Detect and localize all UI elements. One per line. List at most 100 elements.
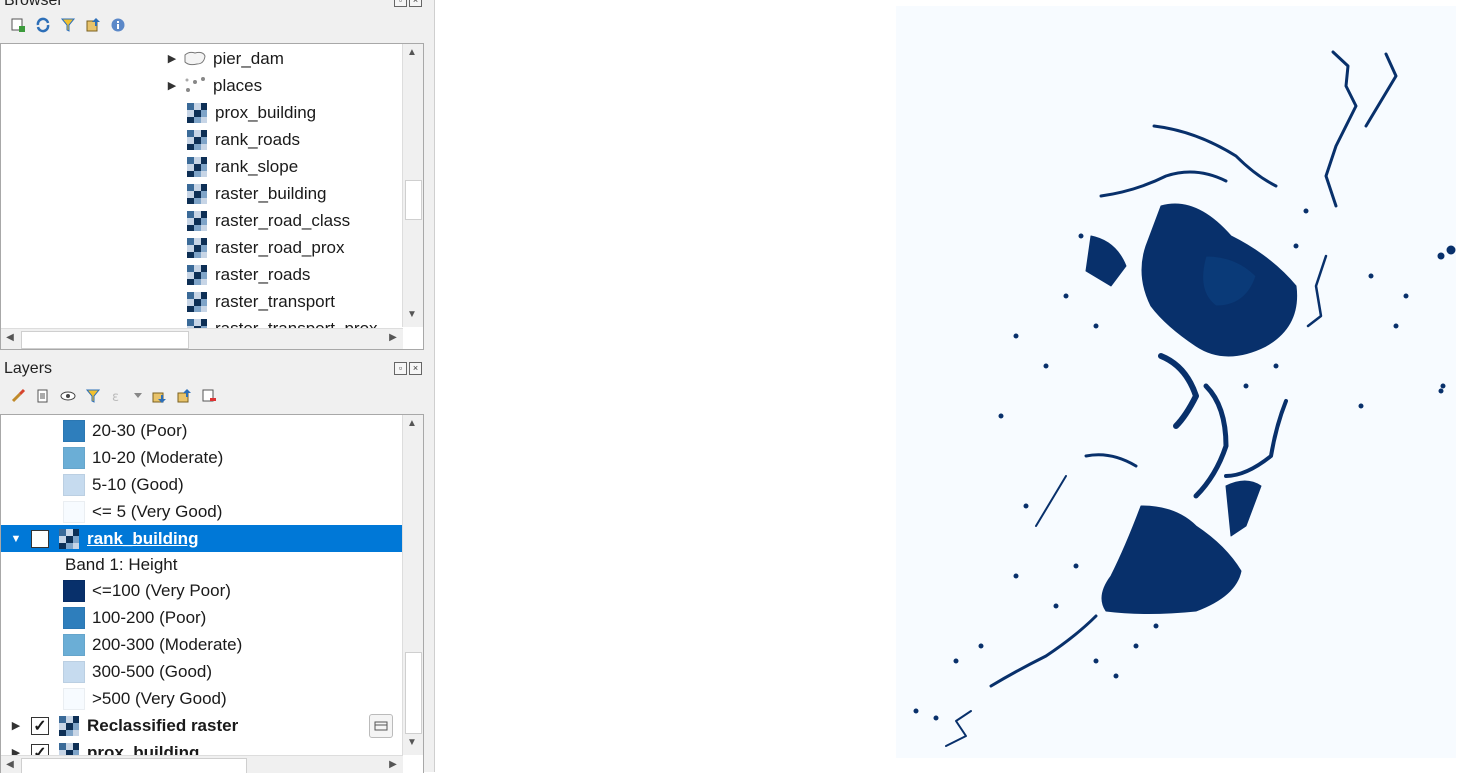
close-icon[interactable]: × [409,0,422,7]
legend-label: 10-20 (Moderate) [92,447,224,467]
style-brush-icon[interactable] [8,386,27,405]
collapse-all-icon[interactable] [83,15,102,34]
legend-item: 5-10 (Good) [63,471,184,498]
float-icon[interactable]: ▫ [394,362,407,375]
browser-item-label: prox_building [215,102,317,122]
layer-name: Reclassified raster [87,715,239,735]
browser-vertical-scrollbar[interactable]: ▲ ▼ [402,44,423,327]
layers-panel-title: Layers [4,360,53,377]
browser-item[interactable]: ▶ pier_dam [165,45,284,72]
raster-layer-icon [187,264,207,285]
scroll-down-icon[interactable]: ▼ [403,737,421,748]
legend-label: 20-30 (Poor) [92,420,188,440]
browser-horizontal-scrollbar[interactable]: ◀ ▶ [1,328,403,349]
scroll-thumb[interactable] [21,758,247,773]
filter-legend-icon[interactable] [83,386,102,405]
legend-label: 200-300 (Moderate) [92,634,243,654]
browser-item[interactable]: raster_road_class [187,207,350,234]
expand-arrow-icon[interactable]: ▶ [1,719,31,732]
browser-item-label: places [213,75,263,95]
remove-layer-icon[interactable] [199,386,218,405]
close-icon[interactable]: × [409,362,422,375]
svg-text:ε: ε [112,390,119,404]
layers-dock-buttons: ▫ × [394,362,422,375]
legend-label: 100-200 (Poor) [92,607,207,627]
expand-arrow-icon[interactable]: ▶ [165,79,179,92]
legend-swatch [63,687,85,710]
browser-item-label: pier_dam [213,48,284,68]
expression-filter-icon: ε [108,386,127,405]
browser-dock-buttons: ▫ × [394,0,422,7]
raster-layer-icon [187,237,207,258]
legend-item: 100-200 (Poor) [63,604,206,631]
legend-label: <= 5 (Very Good) [92,501,223,521]
legend-label: 300-500 (Good) [92,661,213,681]
legend-item: 20-30 (Poor) [63,417,187,444]
map-canvas[interactable] [896,6,1456,758]
browser-item-label: raster_road_prox [215,237,345,257]
browser-item[interactable]: prox_building [187,99,316,126]
scroll-up-icon[interactable]: ▲ [403,418,421,429]
browser-item-label: raster_transport [215,291,335,311]
raster-layer-icon [187,291,207,312]
legend-item: <= 5 (Very Good) [63,498,222,525]
layer-visibility-checkbox[interactable]: ✓ [31,716,49,735]
browser-item-label: rank_roads [215,129,301,149]
legend-item: >500 (Very Good) [63,685,227,712]
browser-item[interactable]: raster_building [187,180,327,207]
legend-swatch [63,473,85,496]
scroll-thumb[interactable] [405,180,422,220]
legend-swatch [63,500,85,523]
add-layer-icon[interactable] [8,15,27,34]
refresh-icon[interactable] [33,15,52,34]
legend-label: 5-10 (Good) [92,474,184,494]
raster-layer-icon [59,715,79,736]
collapse-all-icon[interactable] [174,386,193,405]
browser-item[interactable]: rank_roads [187,126,300,153]
layers-horizontal-scrollbar[interactable]: ◀ ▶ [1,755,403,773]
raster-layer-icon [187,210,207,231]
legend-label: >500 (Very Good) [92,688,227,708]
browser-item[interactable]: raster_roads [187,261,310,288]
browser-item[interactable]: ▶ places [165,72,262,99]
layer-name: rank_building [87,528,199,548]
layer-visibility-checkbox[interactable]: ✓ [31,529,49,548]
browser-item[interactable]: rank_slope [187,153,298,180]
dropdown-arrow-icon[interactable] [133,386,143,405]
map-features [913,50,1456,747]
info-icon[interactable] [108,15,127,34]
visibility-eye-icon[interactable] [58,386,77,405]
filter-icon[interactable] [58,15,77,34]
scroll-thumb[interactable] [21,331,189,349]
left-dock: Browser ▫ × ▶ pier_dam ▶ places prox_bui… [0,0,435,773]
float-icon[interactable]: ▫ [394,0,407,7]
layers-vertical-scrollbar[interactable]: ▲ ▼ [402,415,423,755]
legend-swatch [63,633,85,656]
legend-item: <=100 (Very Poor) [63,577,231,604]
raster-layer-icon [187,129,207,150]
raster-layer-icon [187,102,207,123]
legend-item: 200-300 (Moderate) [63,631,242,658]
browser-item[interactable]: raster_transport [187,288,335,315]
legend-item: 300-500 (Good) [63,658,212,685]
scroll-left-icon[interactable]: ◀ [1,332,19,343]
scroll-right-icon[interactable]: ▶ [384,759,402,770]
legend-swatch [63,419,85,442]
add-group-icon[interactable] [33,386,52,405]
browser-item-label: raster_road_class [215,210,351,230]
raster-layer-icon [187,183,207,204]
browser-item[interactable]: raster_road_prox [187,234,344,261]
expand-arrow-icon[interactable]: ▶ [165,52,179,65]
expand-all-icon[interactable] [149,386,168,405]
scroll-right-icon[interactable]: ▶ [384,332,402,343]
scroll-thumb[interactable] [405,652,422,734]
collapse-arrow-icon[interactable]: ▼ [1,533,31,545]
layer-row-rank-building[interactable]: ▼ ✓ rank_building [1,525,402,552]
temporary-layer-icon[interactable] [369,714,393,738]
scroll-down-icon[interactable]: ▼ [403,309,421,320]
browser-item-label: raster_building [215,183,327,203]
point-layer-icon [185,76,205,92]
scroll-left-icon[interactable]: ◀ [1,759,19,770]
layer-row-reclassified-raster[interactable]: ▶ ✓ Reclassified raster [1,712,402,739]
scroll-up-icon[interactable]: ▲ [403,47,421,58]
